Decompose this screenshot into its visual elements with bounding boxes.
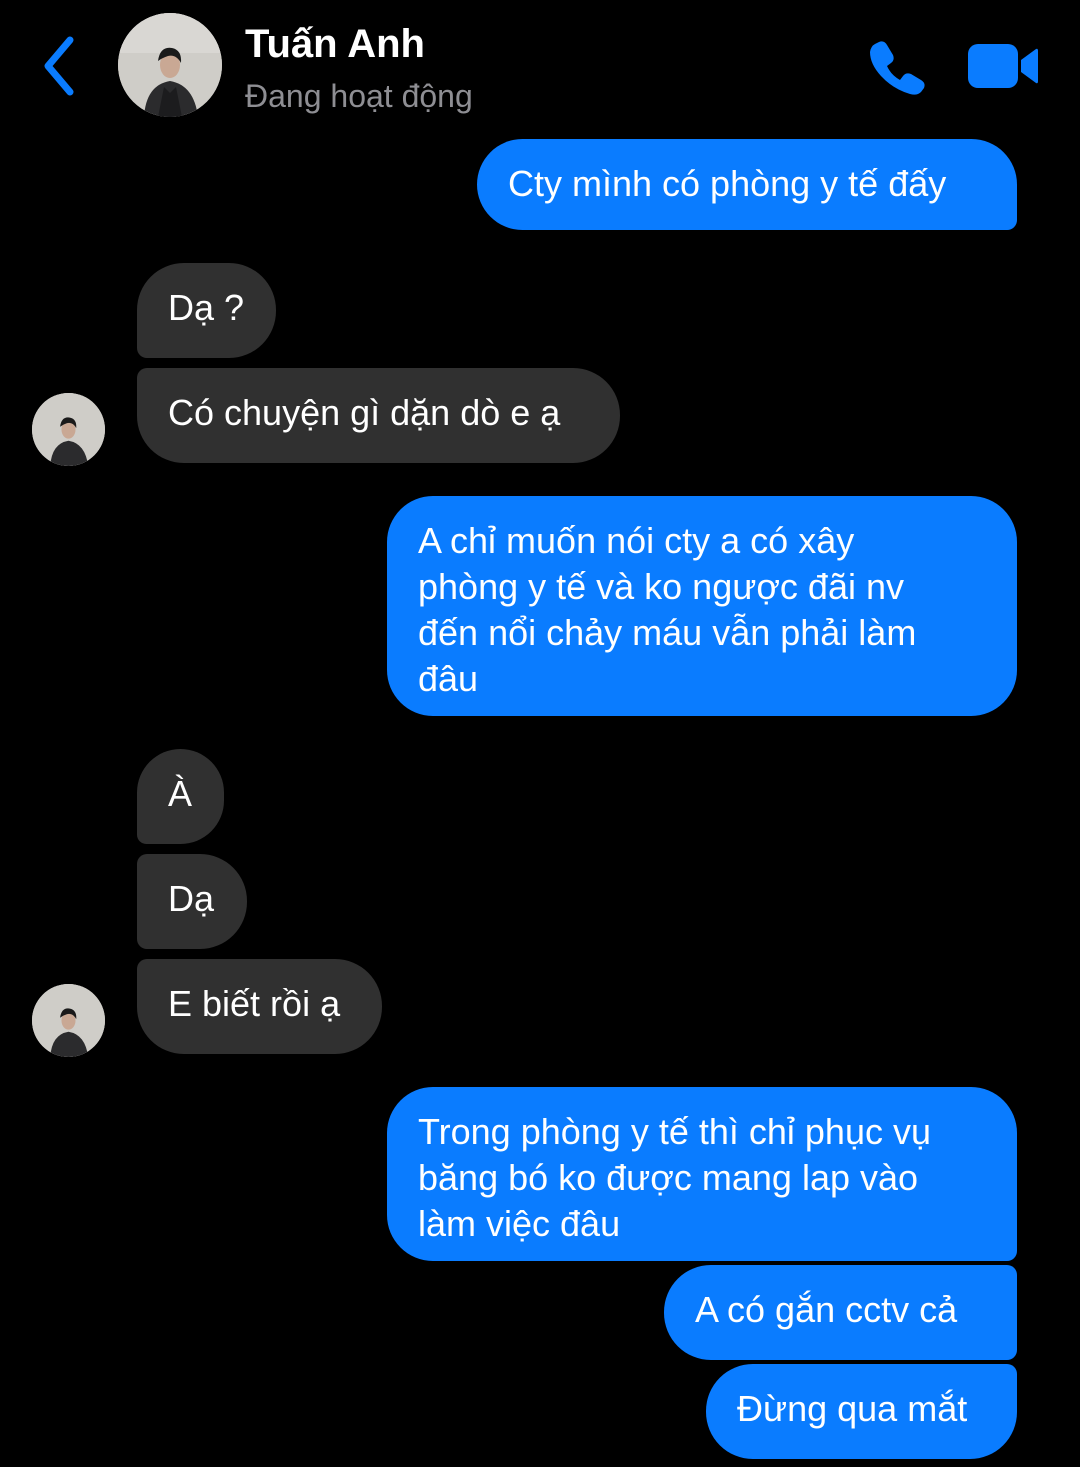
profile-photo — [32, 393, 105, 466]
outgoing-message[interactable]: Đừng qua mắt — [706, 1364, 1017, 1459]
phone-icon — [870, 41, 925, 95]
incoming-message[interactable]: Dạ ? — [137, 263, 276, 358]
outgoing-message[interactable]: A chỉ muốn nói cty a có xây phòng y tế v… — [387, 496, 1017, 716]
contact-avatar-small — [32, 984, 105, 1057]
incoming-message[interactable]: Có chuyện gì dặn dò e ạ — [137, 368, 620, 463]
outgoing-message[interactable]: Cty mình có phòng y tế đấy — [477, 139, 1017, 230]
profile-photo — [118, 13, 222, 117]
back-button[interactable] — [36, 36, 86, 96]
contact-avatar-small — [32, 393, 105, 466]
outgoing-message[interactable]: A có gắn cctv cả — [664, 1265, 1017, 1360]
outgoing-message[interactable]: Trong phòng y tế thì chỉ phục vụ băng bó… — [387, 1087, 1017, 1261]
contact-avatar[interactable] — [118, 13, 222, 117]
profile-photo — [32, 984, 105, 1057]
video-camera-icon — [968, 44, 1038, 88]
incoming-message[interactable]: À — [137, 749, 224, 844]
chat-header: Tuấn Anh Đang hoạt động — [0, 0, 1080, 130]
incoming-message[interactable]: E biết rồi ạ — [137, 959, 382, 1054]
contact-name: Tuấn Anh — [245, 22, 425, 66]
contact-status: Đang hoạt động — [245, 78, 473, 114]
incoming-message[interactable]: Dạ — [137, 854, 247, 949]
video-call-button[interactable] — [966, 40, 1040, 92]
voice-call-button[interactable] — [866, 38, 928, 96]
chevron-left-icon — [44, 36, 74, 96]
